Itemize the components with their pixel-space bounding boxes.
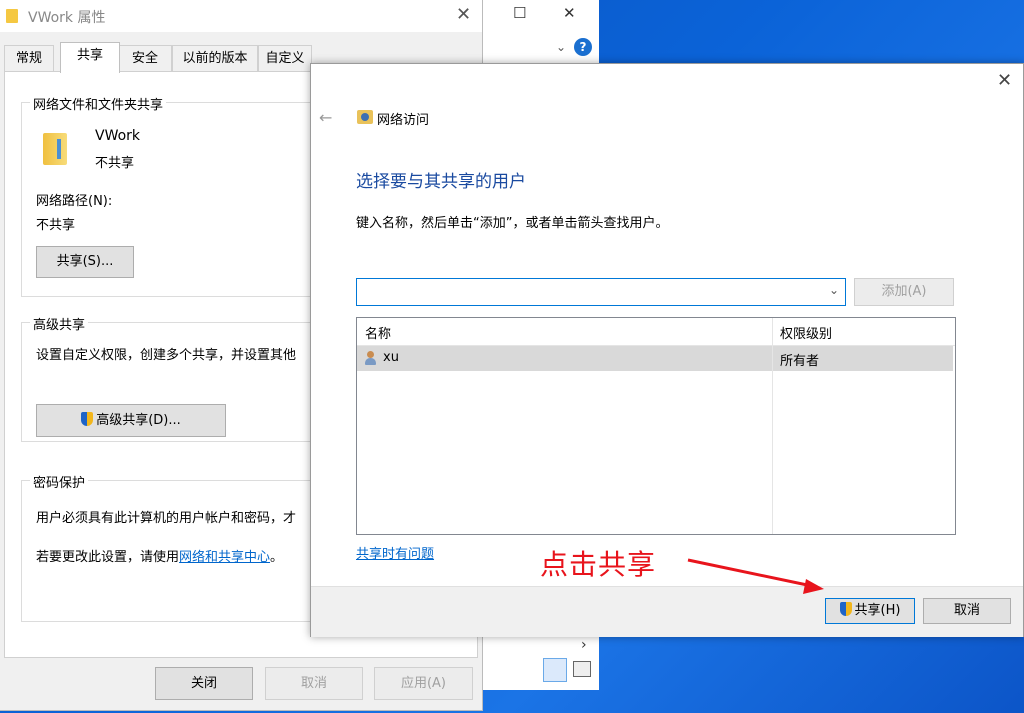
tab-sharing[interactable]: 共享 — [60, 42, 120, 73]
annotation-arrow — [687, 558, 824, 594]
